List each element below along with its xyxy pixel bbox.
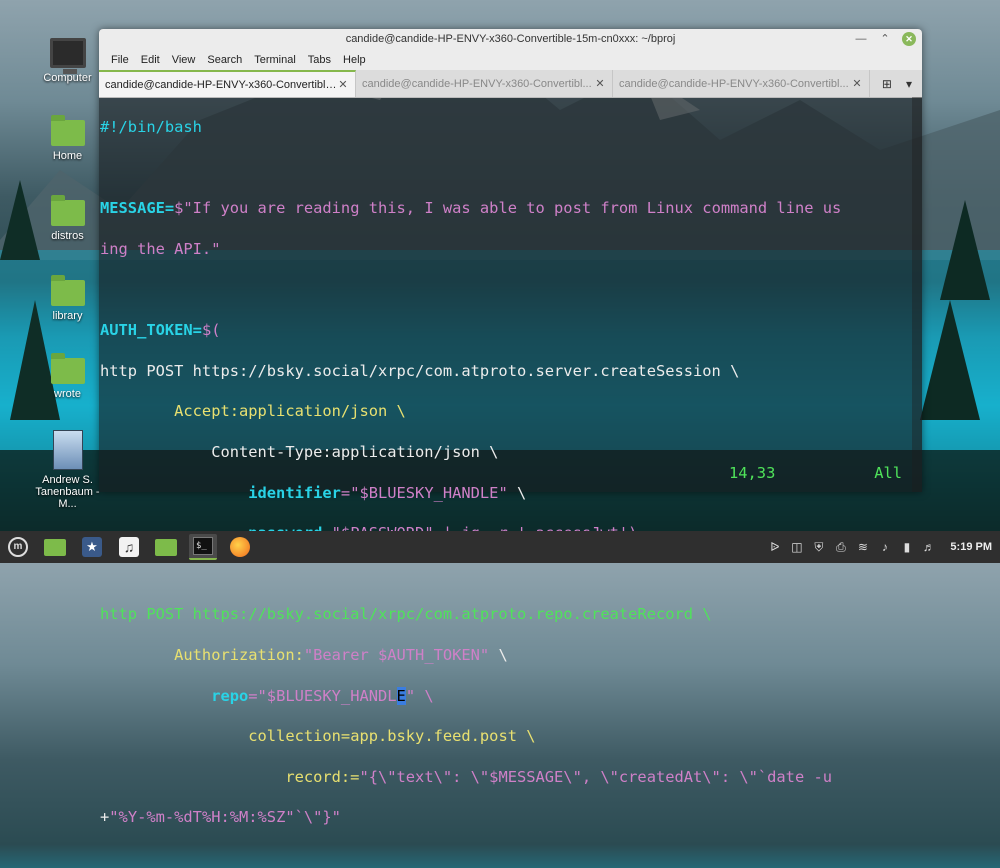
code-text: Authorization: — [100, 646, 304, 665]
window-titlebar[interactable]: candide@candide-HP-ENVY-x360-Convertible… — [99, 29, 922, 50]
desktop-icon-label: Andrew S. Tanenbaum - M... — [35, 474, 100, 510]
code-text: ing the API." — [100, 240, 221, 259]
terminal-scrollbar[interactable] — [912, 97, 922, 492]
close-icon[interactable]: ✕ — [902, 32, 916, 46]
code-text: ="$BLUESKY_HANDLE" — [340, 483, 508, 502]
battery-icon[interactable]: ▮ — [900, 540, 913, 554]
close-icon[interactable]: ✕ — [594, 77, 606, 90]
close-icon[interactable]: ✕ — [851, 77, 863, 90]
music-note-icon[interactable]: ♪ — [878, 540, 891, 554]
menu-search[interactable]: Search — [201, 50, 248, 70]
code-text: + — [100, 808, 110, 827]
code-line-6: AUTH_TOKEN=$( — [100, 320, 912, 340]
tab-3[interactable]: candide@candide-HP-ENVY-x360-Convertibl.… — [613, 70, 870, 97]
close-icon[interactable]: ✕ — [337, 78, 349, 91]
tab-label: candide@candide-HP-ENVY-x360-Convertibl.… — [362, 77, 592, 90]
code-text: "Bearer $AUTH_TOKEN" — [303, 646, 490, 665]
code-text: ="$BLUESKY_HANDL — [248, 686, 397, 705]
tab-bar: candide@candide-HP-ENVY-x360-Convertible… — [99, 70, 922, 98]
tab-1[interactable]: candide@candide-HP-ENVY-x360-Convertible… — [99, 70, 356, 97]
shield-icon[interactable]: ⛨ — [812, 540, 825, 554]
folder-icon — [50, 115, 85, 146]
wifi-icon[interactable]: ≋ — [856, 540, 869, 554]
vim-status-line: 14,33 All — [99, 464, 902, 484]
code-line-3: MESSAGE=$"If you are reading this, I was… — [100, 198, 912, 218]
code-line-15: repo="$BLUESKY_HANDLE" \ — [100, 686, 912, 706]
menu-file[interactable]: File — [105, 50, 135, 70]
bluetooth-icon[interactable]: ᐉ — [768, 540, 781, 554]
code-text: #!/bin/bash — [100, 118, 202, 137]
code-text: Content-Type:application/json \ — [100, 443, 499, 462]
code-line-7: http POST https://bsky.social/xrpc/com.a… — [100, 361, 912, 381]
code-line-18: +"%Y-%m-%dT%H:%M:%SZ"`\"}" — [100, 807, 912, 827]
code-text: Accept:application/json \ — [100, 402, 406, 421]
code-text: =app.bsky.feed.post \ — [340, 727, 536, 746]
taskbar: m ★ ♫ $_ ᐉ ◫ ⛨ ⎙ ≋ ♪ ▮ ♬ 5:19 PM — [0, 531, 1000, 563]
folder-icon — [50, 353, 85, 384]
maximize-icon[interactable]: ⌃ — [878, 32, 892, 46]
code-text: http POST https://bsky.social/xrpc/com.a… — [100, 361, 740, 380]
menu-bar: File Edit View Search Terminal Tabs Help — [99, 50, 922, 70]
favorites-icon[interactable]: ★ — [78, 534, 106, 560]
new-tab-icon[interactable]: ⊞ — [882, 77, 892, 91]
music-icon[interactable]: ♫ — [115, 534, 143, 560]
minimize-icon[interactable]: — — [854, 32, 868, 46]
window-title: candide@candide-HP-ENVY-x360-Convertible… — [345, 33, 676, 45]
computer-icon — [49, 38, 86, 74]
menu-edit[interactable]: Edit — [135, 50, 166, 70]
menu-view[interactable]: View — [166, 50, 202, 70]
menu-tabs[interactable]: Tabs — [302, 50, 337, 70]
code-text: repo — [100, 686, 249, 705]
chevron-down-icon[interactable]: ▾ — [906, 77, 912, 91]
tab-label: candide@candide-HP-ENVY-x360-Convertible… — [105, 78, 337, 91]
terminal-icon[interactable]: $_ — [189, 534, 217, 560]
code-text: $( — [201, 321, 221, 340]
terminal-content[interactable]: #!/bin/bash MESSAGE=$"If you are reading… — [99, 97, 912, 826]
code-line-14: Authorization:"Bearer $AUTH_TOKEN" \ — [100, 645, 912, 665]
terminal-window[interactable]: candide@candide-HP-ENVY-x360-Convertible… — [99, 29, 922, 826]
code-text: \ — [489, 646, 508, 665]
code-line-8: Accept:application/json \ — [100, 401, 912, 421]
clipboard-icon[interactable]: ◫ — [790, 540, 803, 554]
code-line-4: ing the API." — [100, 239, 912, 259]
tab-label: candide@candide-HP-ENVY-x360-Convertibl.… — [619, 77, 849, 90]
folder-icon — [50, 275, 85, 306]
menu-terminal[interactable]: Terminal — [248, 50, 302, 70]
printer-icon[interactable]: ⎙ — [834, 540, 847, 554]
folder-icon — [50, 195, 85, 226]
tab-2[interactable]: candide@candide-HP-ENVY-x360-Convertibl.… — [356, 70, 613, 97]
mint-menu-icon[interactable]: m — [4, 534, 32, 560]
folder-icon[interactable] — [152, 534, 180, 560]
volume-icon[interactable]: ♬ — [922, 540, 935, 554]
code-text: "%Y-%m-%dT%H:%M:%SZ"`\"}" — [109, 808, 341, 827]
code-line-13: http POST https://bsky.social/xrpc/com.a… — [100, 604, 912, 624]
code-line-10: identifier="$BLUESKY_HANDLE" \ — [100, 483, 912, 503]
code-text: MESSAGE= — [100, 199, 175, 218]
code-text: AUTH_TOKEN= — [100, 321, 202, 340]
files-icon[interactable] — [41, 534, 69, 560]
menu-help[interactable]: Help — [337, 50, 372, 70]
book-icon — [52, 430, 83, 470]
clock[interactable]: 5:19 PM — [950, 541, 992, 553]
code-text: collection — [100, 727, 341, 746]
code-text: \ — [507, 483, 527, 502]
code-line-17: record:="{\"text\": \"$MESSAGE\", \"crea… — [100, 767, 912, 787]
code-text: " \ — [405, 686, 434, 705]
code-text: record:= — [100, 767, 360, 786]
code-line-9: Content-Type:application/json \ — [100, 442, 912, 462]
code-text: $"If you are reading this, I was able to… — [174, 199, 842, 218]
text-cursor: E — [396, 686, 406, 705]
firefox-icon[interactable] — [226, 534, 254, 560]
scroll-position: All — [874, 464, 902, 482]
code-text: identifier — [100, 483, 341, 502]
code-text: "{\"text\": \"$MESSAGE\", \"createdAt\":… — [359, 767, 833, 786]
code-line-16: collection=app.bsky.feed.post \ — [100, 726, 912, 746]
system-tray: ᐉ ◫ ⛨ ⎙ ≋ ♪ ▮ ♬ 5:19 PM — [768, 531, 992, 563]
cursor-position: 14,33 — [729, 464, 776, 482]
code-text: http POST https://bsky.social/xrpc/com.a… — [100, 605, 712, 624]
code-line-1: #!/bin/bash — [100, 117, 912, 137]
